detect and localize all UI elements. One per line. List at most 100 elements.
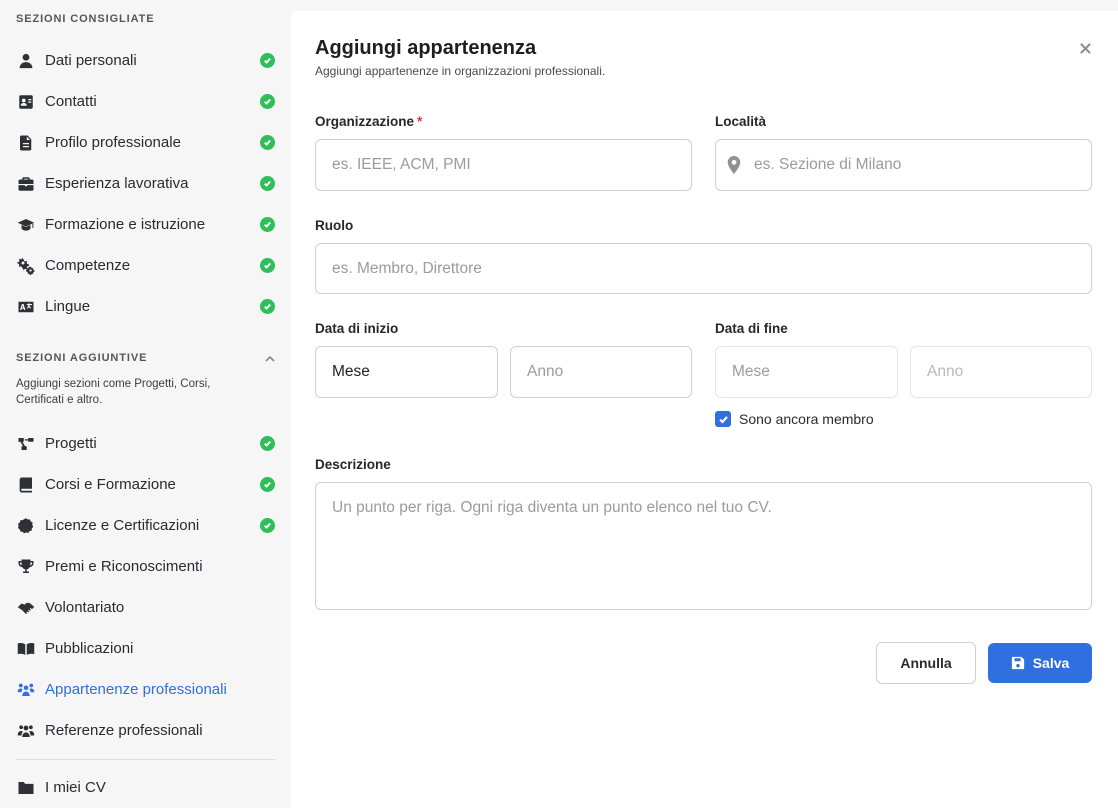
close-icon: [1079, 42, 1091, 54]
sidebar-item-volontariato[interactable]: Volontariato: [0, 587, 291, 628]
end-month-placeholder: Mese: [732, 363, 770, 380]
page-title: Aggiungi appartenenza: [315, 37, 537, 59]
map-pin-icon: [726, 156, 742, 174]
start-year-placeholder: Anno: [527, 363, 564, 380]
sidebar-item-label: Contatti: [45, 93, 97, 110]
open-book-icon: [16, 639, 36, 659]
role-input[interactable]: es. Membro, Direttore: [315, 243, 1092, 294]
sidebar-item-competenze[interactable]: Competenze: [0, 245, 291, 286]
sidebar-item-label: Lingue: [45, 298, 91, 315]
trophy-icon: [16, 557, 36, 577]
end-year-placeholder: Anno: [927, 363, 964, 380]
start-date-label: Data di inizio: [315, 321, 399, 336]
sidebar: SEZIONI CONSIGLIATE Dati personali Conta…: [0, 0, 291, 808]
sidebar-item-label: Dati personali: [45, 52, 137, 69]
user-icon: [16, 51, 36, 71]
sidebar-item-licenze-certificazioni[interactable]: Licenze e Certificazioni: [0, 505, 291, 546]
check-circle-icon: [260, 518, 275, 533]
end-month-select[interactable]: Mese: [715, 346, 898, 398]
section-description: Aggiungi sezioni come Progetti, Corsi, C…: [16, 378, 211, 406]
section-title-additional: SEZIONI AGGIUNTIVE: [16, 352, 148, 364]
sidebar-item-label: Licenze e Certificazioni: [45, 517, 200, 534]
document-icon: [16, 133, 36, 153]
description-textarea[interactable]: Un punto per riga. Ogni riga diventa un …: [315, 482, 1092, 610]
still-member-label: Sono ancora membro: [739, 411, 874, 427]
sidebar-item-progetti[interactable]: Progetti: [0, 423, 291, 464]
sidebar-item-label: Progetti: [45, 435, 97, 452]
start-month-select[interactable]: Mese: [315, 346, 498, 398]
sidebar-item-dati-personali[interactable]: Dati personali: [0, 40, 291, 81]
chevron-up-icon[interactable]: [264, 352, 276, 364]
close-button[interactable]: [1075, 38, 1095, 58]
gears-icon: [16, 256, 36, 276]
folder-icon: [16, 778, 36, 798]
role-label: Ruolo: [315, 218, 354, 233]
sidebar-item-corsi-formazione[interactable]: Corsi e Formazione: [0, 464, 291, 505]
check-circle-icon: [260, 299, 275, 314]
sidebar-item-formazione-istruzione[interactable]: Formazione e istruzione: [0, 204, 291, 245]
sidebar-item-label: Competenze: [45, 257, 131, 274]
end-date-label: Data di fine: [715, 321, 788, 336]
floppy-disk-icon: [1011, 656, 1024, 670]
page-subtitle: Aggiungi appartenenze in organizzazioni …: [315, 64, 606, 78]
book-icon: [16, 475, 36, 495]
check-circle-icon: [260, 217, 275, 232]
organization-input[interactable]: es. IEEE, ACM, PMI: [315, 139, 692, 191]
sidebar-item-label: Appartenenze professionali: [45, 681, 227, 698]
sidebar-item-label: I miei CV: [45, 779, 106, 796]
organization-label-text: Organizzazione: [315, 114, 415, 129]
still-member-checkbox[interactable]: Sono ancora membro: [715, 411, 874, 427]
check-circle-icon: [260, 53, 275, 68]
check-circle-icon: [260, 176, 275, 191]
checkbox-checked-icon[interactable]: [715, 411, 731, 427]
sidebar-item-label: Esperienza lavorativa: [45, 175, 189, 192]
sidebar-item-appartenenze-professionali[interactable]: Appartenenze professionali: [0, 669, 291, 710]
people-group-icon: [16, 680, 36, 700]
language-icon: [16, 297, 36, 317]
sidebar-item-label: Corsi e Formazione: [45, 476, 176, 493]
check-circle-icon: [260, 477, 275, 492]
cancel-button[interactable]: Annulla: [876, 642, 976, 684]
check-circle-icon: [260, 436, 275, 451]
briefcase-icon: [16, 174, 36, 194]
check-circle-icon: [260, 258, 275, 273]
role-placeholder: es. Membro, Direttore: [332, 259, 482, 277]
sidebar-item-label: Formazione e istruzione: [45, 216, 206, 233]
location-label: Località: [715, 114, 767, 129]
users-icon: [16, 721, 36, 741]
sidebar-item-label: Profilo professionale: [45, 134, 181, 151]
description-label: Descrizione: [315, 457, 391, 472]
certificate-icon: [16, 516, 36, 536]
save-button[interactable]: Salva: [988, 643, 1092, 683]
description-placeholder: Un punto per riga. Ogni riga diventa un …: [332, 499, 772, 516]
sidebar-item-contatti[interactable]: Contatti: [0, 81, 291, 122]
sidebar-item-label: Volontariato: [45, 599, 125, 616]
graduation-cap-icon: [16, 215, 36, 235]
diagram-icon: [16, 434, 36, 454]
end-year-input[interactable]: Anno: [910, 346, 1092, 398]
sidebar-item-label: Referenze professionali: [45, 722, 203, 739]
sidebar-divider: [16, 759, 276, 760]
sidebar-item-esperienza-lavorativa[interactable]: Esperienza lavorativa: [0, 163, 291, 204]
sidebar-item-premi-riconoscimenti[interactable]: Premi e Riconoscimenti: [0, 546, 291, 587]
sidebar-item-pubblicazioni[interactable]: Pubblicazioni: [0, 628, 291, 669]
save-label: Salva: [1032, 655, 1070, 671]
location-input[interactable]: es. Sezione di Milano: [715, 139, 1092, 191]
organization-placeholder: es. IEEE, ACM, PMI: [332, 156, 471, 173]
check-circle-icon: [260, 94, 275, 109]
address-card-icon: [16, 92, 36, 112]
sidebar-item-label: Pubblicazioni: [45, 640, 134, 657]
section-title-recommended: SEZIONI CONSIGLIATE: [16, 13, 155, 25]
sidebar-item-referenze-professionali[interactable]: Referenze professionali: [0, 710, 291, 751]
sidebar-item-label: Premi e Riconoscimenti: [45, 558, 203, 575]
membership-form-panel: Aggiungi appartenenza Aggiungi appartene…: [291, 11, 1118, 808]
sidebar-item-profilo-professionale[interactable]: Profilo professionale: [0, 122, 291, 163]
handshake-icon: [16, 598, 36, 618]
sidebar-item-my-cvs[interactable]: I miei CV: [0, 767, 291, 808]
start-month-value: Mese: [332, 363, 370, 380]
location-placeholder: es. Sezione di Milano: [754, 156, 902, 173]
start-year-input[interactable]: Anno: [510, 346, 692, 398]
organization-label: Organizzazione *: [315, 114, 422, 129]
sidebar-item-lingue[interactable]: Lingue: [0, 286, 291, 327]
required-mark: *: [417, 114, 423, 129]
